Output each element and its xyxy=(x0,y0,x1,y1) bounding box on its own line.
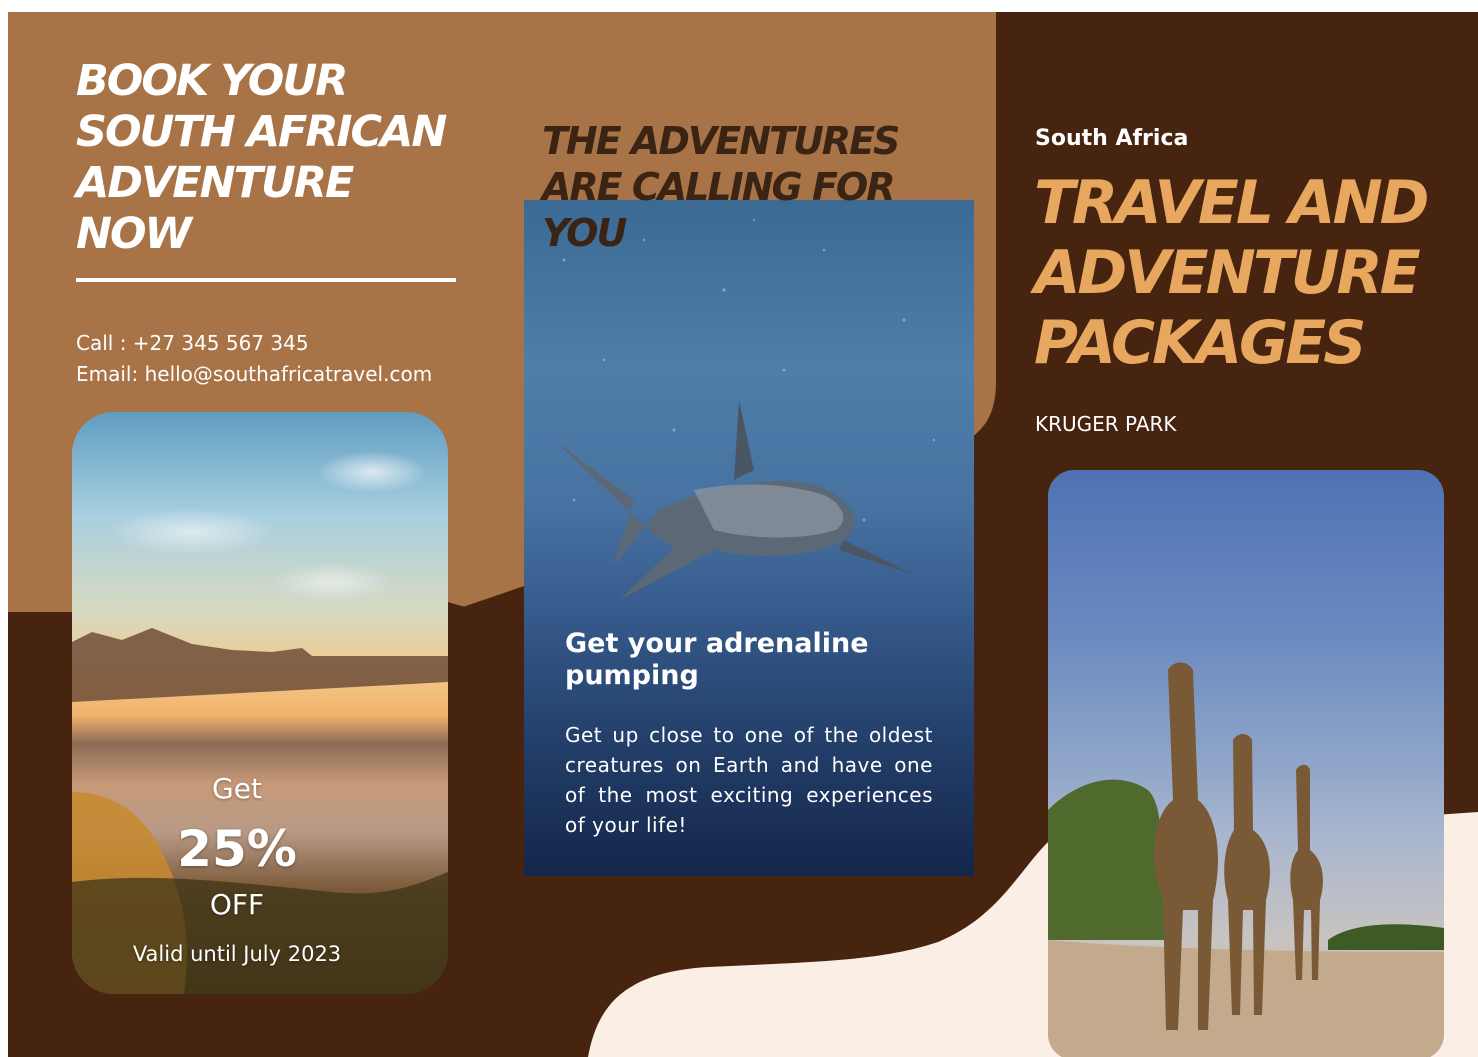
shark-illustration xyxy=(554,400,914,600)
contact-info: Call : +27 345 567 345 Email: hello@sout… xyxy=(76,328,432,390)
offer-suffix: OFF xyxy=(209,888,265,921)
middle-headline: The adventures are calling for you xyxy=(542,119,900,255)
brochure: Book your South African adventure now Ca… xyxy=(8,12,1478,1057)
giraffes-illustration xyxy=(1048,662,1444,1057)
contact-email[interactable]: Email: hello@southafricatravel.com xyxy=(76,359,432,390)
offer-prefix: Get xyxy=(212,772,262,805)
giraffe-photo-card xyxy=(1048,470,1444,1057)
right-headline: Travel and adventure packages xyxy=(1034,168,1430,378)
beach-photo-card: Get 25% OFF Valid until July 2023 xyxy=(72,412,448,994)
shark-card-title: Get your adrenaline pumping xyxy=(565,628,869,691)
contact-phone[interactable]: Call : +27 345 567 345 xyxy=(76,328,432,359)
offer-validity: Valid until July 2023 xyxy=(132,942,342,966)
divider-line xyxy=(76,278,456,282)
shark-card-text: Get up close to one of the oldest creatu… xyxy=(565,723,933,837)
right-subtitle: South Africa xyxy=(1035,126,1189,151)
shark-photo-card: Get your adrenaline pumping Get up close… xyxy=(524,200,974,876)
left-headline: Book your South African adventure now xyxy=(76,56,447,259)
location-label: KRUGER PARK xyxy=(1035,412,1177,436)
offer-discount: 25% xyxy=(177,820,297,878)
